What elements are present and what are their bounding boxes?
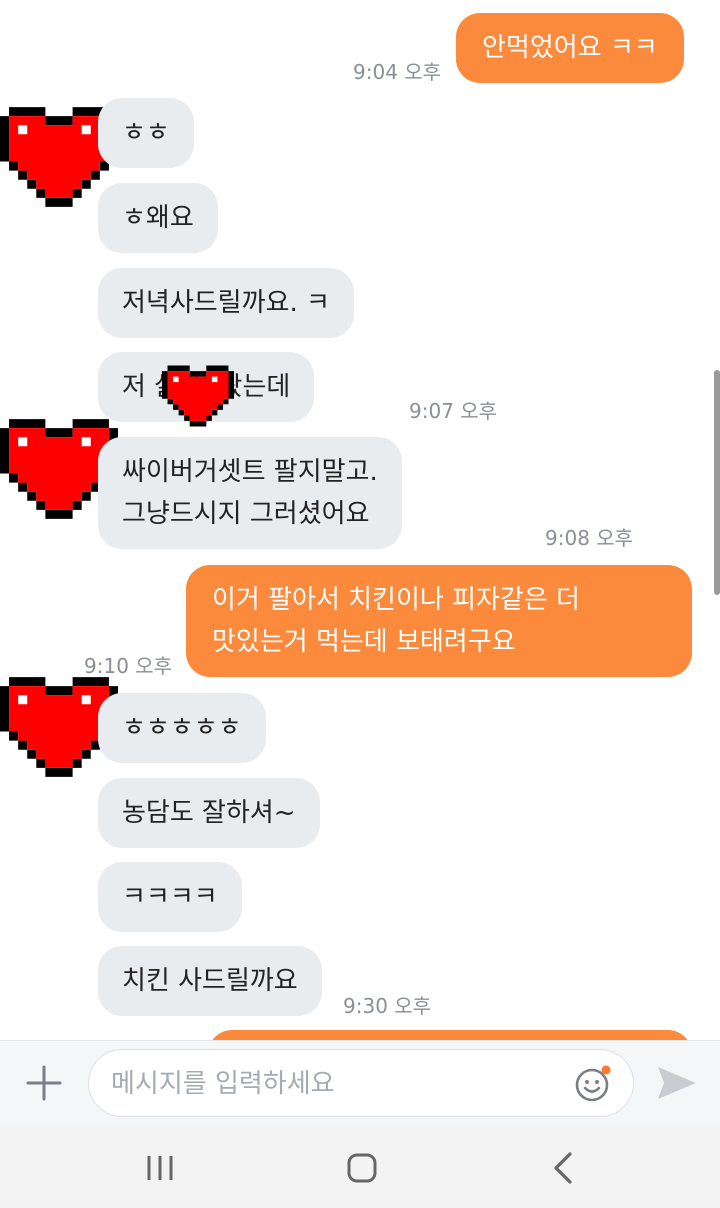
message-input[interactable] (109, 1062, 553, 1106)
pixel-heart-sticker (162, 356, 234, 436)
message-text: 저녁사드릴까요. ㅋ (122, 288, 330, 318)
message-incoming[interactable]: ㅎㅎ (98, 98, 194, 168)
message-text: ㅎㅎㅎㅎㅎ (122, 713, 242, 743)
message-incoming[interactable]: ㅎㅎㅎㅎㅎ (98, 693, 266, 763)
home-icon[interactable] (342, 1148, 382, 1188)
back-icon[interactable] (544, 1148, 584, 1188)
message-incoming[interactable]: 치킨 사드릴까요 (98, 946, 322, 1016)
message-text: ㅎ왜요 (122, 203, 194, 233)
message-outgoing[interactable]: 안먹었어요 ㅋㅋ (456, 13, 684, 83)
message-timestamp: 9:30 오후 (343, 994, 432, 1018)
message-text-line: 이거 팔아서 치킨이나 피자같은 더 (212, 585, 580, 615)
plus-icon[interactable] (22, 1061, 66, 1105)
chat-area[interactable]: 안먹었어요 ㅋㅋ 9:04 오후 ㅎㅎ ㅎ왜요 저녁사드릴까요. ㅋ 저 살다.… (0, 0, 720, 1040)
message-text-line: 맛있는거 먹는데 보태려구요 (212, 627, 516, 657)
message-text: ㅎㅎ (122, 118, 170, 148)
message-incoming[interactable]: 저녁사드릴까요. ㅋ (98, 268, 354, 338)
message-input-bar (0, 1040, 720, 1127)
message-incoming[interactable]: ㅋㅋㅋㅋ (98, 862, 242, 932)
system-navigation-bar (0, 1126, 720, 1208)
message-text: 농담도 잘하셔~ (122, 798, 296, 828)
message-text: 치킨 사드릴까요 (122, 966, 298, 996)
message-timestamp: 9:07 오후 (409, 399, 498, 423)
emoji-icon[interactable] (573, 1064, 613, 1104)
message-outgoing[interactable]: 이거 팔아서 치킨이나 피자같은 더 맛있는거 먹는데 보태려구요 (186, 565, 692, 677)
message-timestamp: 9:04 오후 (353, 60, 442, 84)
recent-apps-icon[interactable] (140, 1148, 180, 1188)
message-incoming[interactable]: 농담도 잘하셔~ (98, 778, 320, 848)
message-text: 안먹었어요 ㅋㅋ (482, 33, 658, 63)
message-timestamp: 9:08 오후 (545, 526, 634, 550)
message-incoming[interactable]: ㅎ왜요 (98, 183, 218, 253)
message-incoming[interactable]: 싸이버거셋트 팔지말고. 그냥드시지 그러셨어요 (98, 437, 402, 549)
message-outgoing-partial[interactable] (208, 1030, 692, 1040)
send-icon[interactable] (654, 1061, 700, 1105)
scrollbar-thumb[interactable] (714, 370, 720, 595)
message-text-line: 그냥드시지 그러셨어요 (122, 499, 370, 529)
message-text: ㅋㅋㅋㅋ (122, 882, 218, 912)
message-input-container[interactable] (88, 1049, 634, 1117)
message-text-line: 싸이버거셋트 팔지말고. (122, 457, 378, 487)
